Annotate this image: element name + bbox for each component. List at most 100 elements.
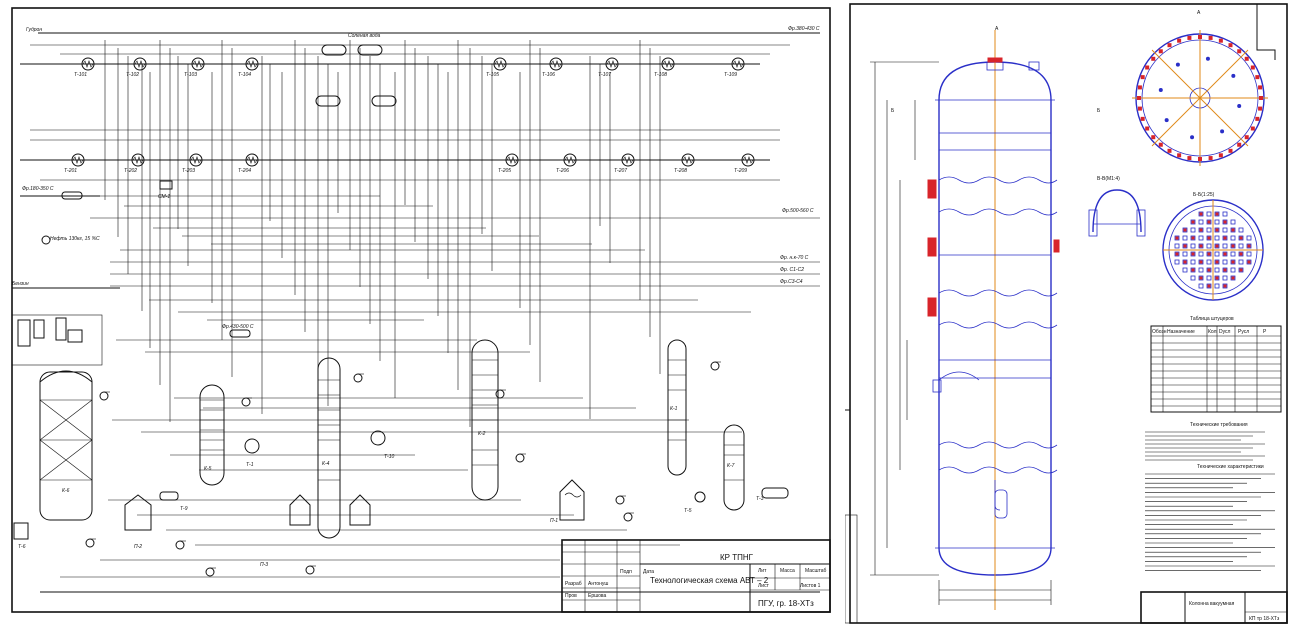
- hx-mid-9-icon: Т-209: [734, 153, 755, 174]
- nt-h4: Русл: [1238, 329, 1249, 335]
- hx-top-5-label: Т-105: [486, 72, 499, 78]
- furnace-p1: П-1: [550, 479, 585, 524]
- tech-req-title: Технические требования: [1190, 422, 1248, 428]
- label-t5: Т-5: [684, 508, 692, 514]
- col-sign: Подп: [620, 569, 632, 575]
- hx-top-1-icon: Т-101: [74, 57, 95, 78]
- col-sheets: Листов 1: [800, 583, 821, 589]
- hx-mid-8-icon: Т-208: [674, 153, 695, 174]
- doc-title: Технологическая схема АВТ – 2: [650, 576, 769, 585]
- col-sheet: Лист: [758, 583, 770, 589]
- furnace-p3: П-3: [260, 494, 311, 568]
- vessel-cluster-left: [11, 314, 103, 366]
- hx-mid-6-icon: Т-206: [556, 153, 577, 174]
- label-benzin: Бензин: [12, 281, 29, 287]
- hx-top-9-label: Т-109: [724, 72, 737, 78]
- pfd-frame: [11, 7, 831, 613]
- title-block: КР ТПНГ Технологическая схема АВТ – 2 ПГ…: [561, 539, 831, 613]
- label-t6: Т-6: [18, 544, 26, 550]
- hx-mid-1-label: Т-201: [64, 168, 77, 174]
- technical-notes: Технические требования Технические харак…: [1190, 422, 1264, 470]
- view-a-plan: А: [1132, 10, 1268, 166]
- label-fr-380-430: Фр.380-430 С: [788, 26, 820, 32]
- nt-h0: Обозн: [1152, 329, 1167, 335]
- label-fr-180-350: Фр.180-350 С: [22, 186, 54, 192]
- hx-mid-9-label: Т-209: [734, 168, 747, 174]
- hx-mid-3-icon: Т-203: [182, 153, 203, 174]
- label-k4: К-4: [322, 461, 330, 467]
- hx-mid-2-label: Т-202: [124, 168, 137, 174]
- hx-mid-8-label: Т-208: [674, 168, 687, 174]
- pump-1-icon: [99, 391, 110, 401]
- hx-mid-7-label: Т-207: [614, 168, 627, 174]
- label-k2: К-2: [478, 431, 486, 437]
- pump-2-icon: [241, 397, 252, 407]
- process-flow-diagram-sheet: Гудрон Фр.380-430 С Т-101 Т-102 Т-103 Т-104…: [0, 0, 840, 627]
- hx-mid-5-icon: Т-205: [498, 153, 519, 174]
- chk-role: Пров: [565, 593, 577, 599]
- hx-top-8-label: Т-108: [654, 72, 667, 78]
- label-t3: Т-3: [756, 496, 764, 502]
- column-k6: К-6: [39, 370, 93, 521]
- section-vv-detail: В-В(М1:4): [1088, 176, 1146, 237]
- section-b-label-left: Б: [891, 108, 895, 114]
- pump-7-icon: [205, 567, 216, 577]
- label-t1: Т-1: [246, 462, 254, 468]
- hx-mid-4-label: Т-204: [238, 168, 251, 174]
- hx-mid-1-icon: Т-201: [64, 153, 85, 174]
- pump-10-icon: [615, 495, 626, 505]
- note-lines: [1145, 431, 1275, 571]
- hx-top-9-icon: Т-109: [724, 57, 745, 78]
- pump-5-icon: [515, 453, 526, 463]
- nt-h3: Dусл: [1219, 329, 1231, 335]
- hx-top-8-icon: Т-108: [654, 57, 675, 78]
- pump-3-icon: [353, 373, 364, 383]
- label-salt-water: Соленая вода: [348, 33, 381, 39]
- label-k5: К-5: [204, 466, 212, 472]
- chk-name: Ершова: [588, 593, 607, 599]
- view-a-title: А: [1197, 10, 1201, 16]
- section-b-label-right: Б: [1097, 108, 1101, 114]
- hx-mid-icons: Т-201 Т-202 Т-203 Т-204 Т-205 Т-206 Т-207 Т-208…: [64, 153, 755, 174]
- column-assembly-sheet: А Б Б А В-В(М1:4) Б-Б(1:25) Таблица штуц…: [845, 0, 1292, 627]
- stamp-title: Колонна вакуумная: [1189, 601, 1235, 607]
- label-k1: К-1: [670, 406, 678, 412]
- dev-name: Антонуш: [588, 581, 608, 587]
- pump-11-icon: [710, 361, 721, 371]
- hx-mid-4-icon: Т-204: [238, 153, 259, 174]
- label-fr-500-560: Фр.500-560 С: [782, 208, 814, 214]
- hx-top-7-icon: Т-107: [598, 57, 619, 78]
- label-fr-c3-c4: Фр.С3-С4: [780, 279, 803, 285]
- dimension-lines-left: [870, 61, 939, 576]
- hx-mid-6-label: Т-206: [556, 168, 569, 174]
- furnace-p2: П-2: [124, 494, 152, 550]
- pump-8-icon: [305, 565, 316, 575]
- assembly-frame: [849, 3, 1288, 624]
- doc-code: КР ТПНГ: [720, 553, 754, 562]
- dev-role: Разраб: [565, 581, 582, 587]
- hx-mid-2-icon: Т-202: [124, 153, 145, 174]
- hx-top-2-icon: Т-102: [126, 57, 147, 78]
- col-scale: Масштаб: [805, 568, 827, 574]
- nt-h2: Кол: [1208, 329, 1217, 335]
- col-mass: Масса: [780, 568, 795, 574]
- label-fr-nk70: Фр. н.к-70 С: [780, 255, 809, 261]
- hx-top-3-icon: Т-103: [184, 57, 205, 78]
- assembly-stamp: Колонна вакуумная КП тр 18-ХТз: [1140, 591, 1288, 624]
- stamp-code: КП тр 18-ХТз: [1249, 616, 1280, 622]
- vacuum-column-body: [932, 30, 1058, 610]
- column-k4: К-4: [317, 357, 341, 539]
- hx-top-4-label: Т-104: [238, 72, 251, 78]
- label-gudron: Гудрон: [26, 27, 42, 33]
- tech-char-title: Технические характеристики: [1197, 464, 1264, 470]
- section-a-label: А: [995, 26, 999, 32]
- label-t9: Т-9: [180, 506, 188, 512]
- hx-top-5-icon: Т-105: [486, 57, 507, 78]
- section-vv-title: В-В(М1:4): [1097, 176, 1120, 182]
- piping-network: [95, 40, 751, 546]
- col-lit: Лит: [758, 568, 767, 574]
- pump-12-icon: [623, 512, 634, 522]
- hx-top-4-icon: Т-104: [238, 57, 259, 78]
- nt-h1: Назначение: [1167, 329, 1195, 335]
- nozzle-table-rows: [1151, 335, 1281, 407]
